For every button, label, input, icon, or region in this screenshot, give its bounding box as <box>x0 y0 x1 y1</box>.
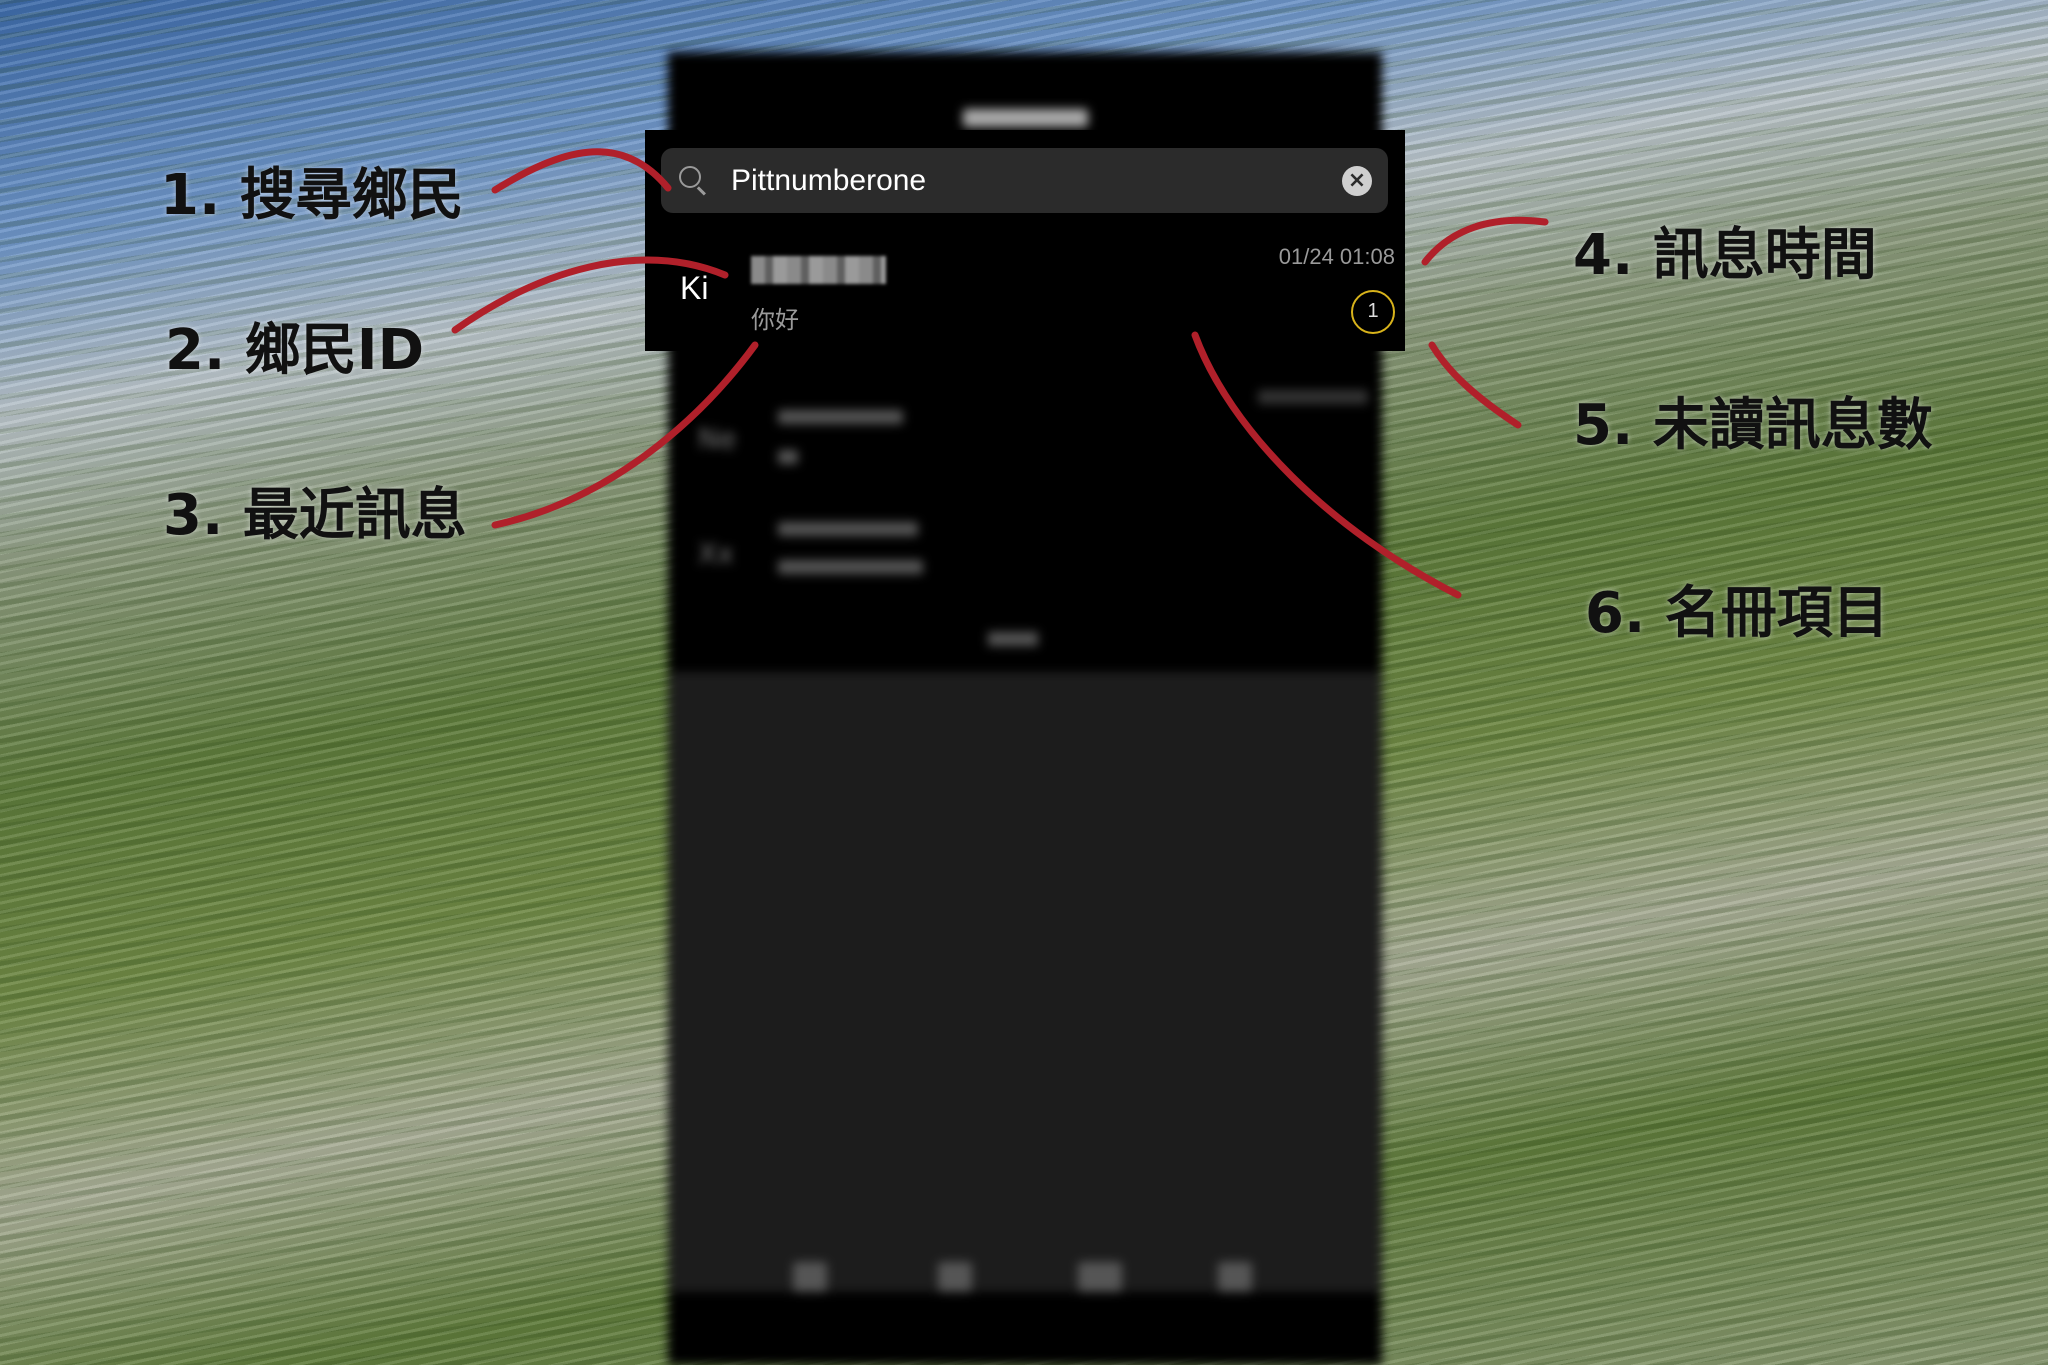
arrow-1 <box>491 148 672 194</box>
arrow-2 <box>451 256 729 334</box>
arrow-6 <box>1191 331 1462 599</box>
arrow-3 <box>491 341 759 529</box>
annotation-user-id: 2. 鄉民ID <box>165 318 425 383</box>
arrow-5 <box>1428 341 1522 429</box>
arrow-4 <box>1421 216 1549 266</box>
annotation-recent-message: 3. 最近訊息 <box>163 483 467 548</box>
annotation-message-time: 4. 訊息時間 <box>1573 223 1877 288</box>
annotation-search: 1. 搜尋鄉民 <box>160 163 464 228</box>
annotation-unread-count: 5. 未讀訊息數 <box>1573 393 1933 458</box>
annotation-roster-item: 6. 名冊項目 <box>1585 581 1889 646</box>
